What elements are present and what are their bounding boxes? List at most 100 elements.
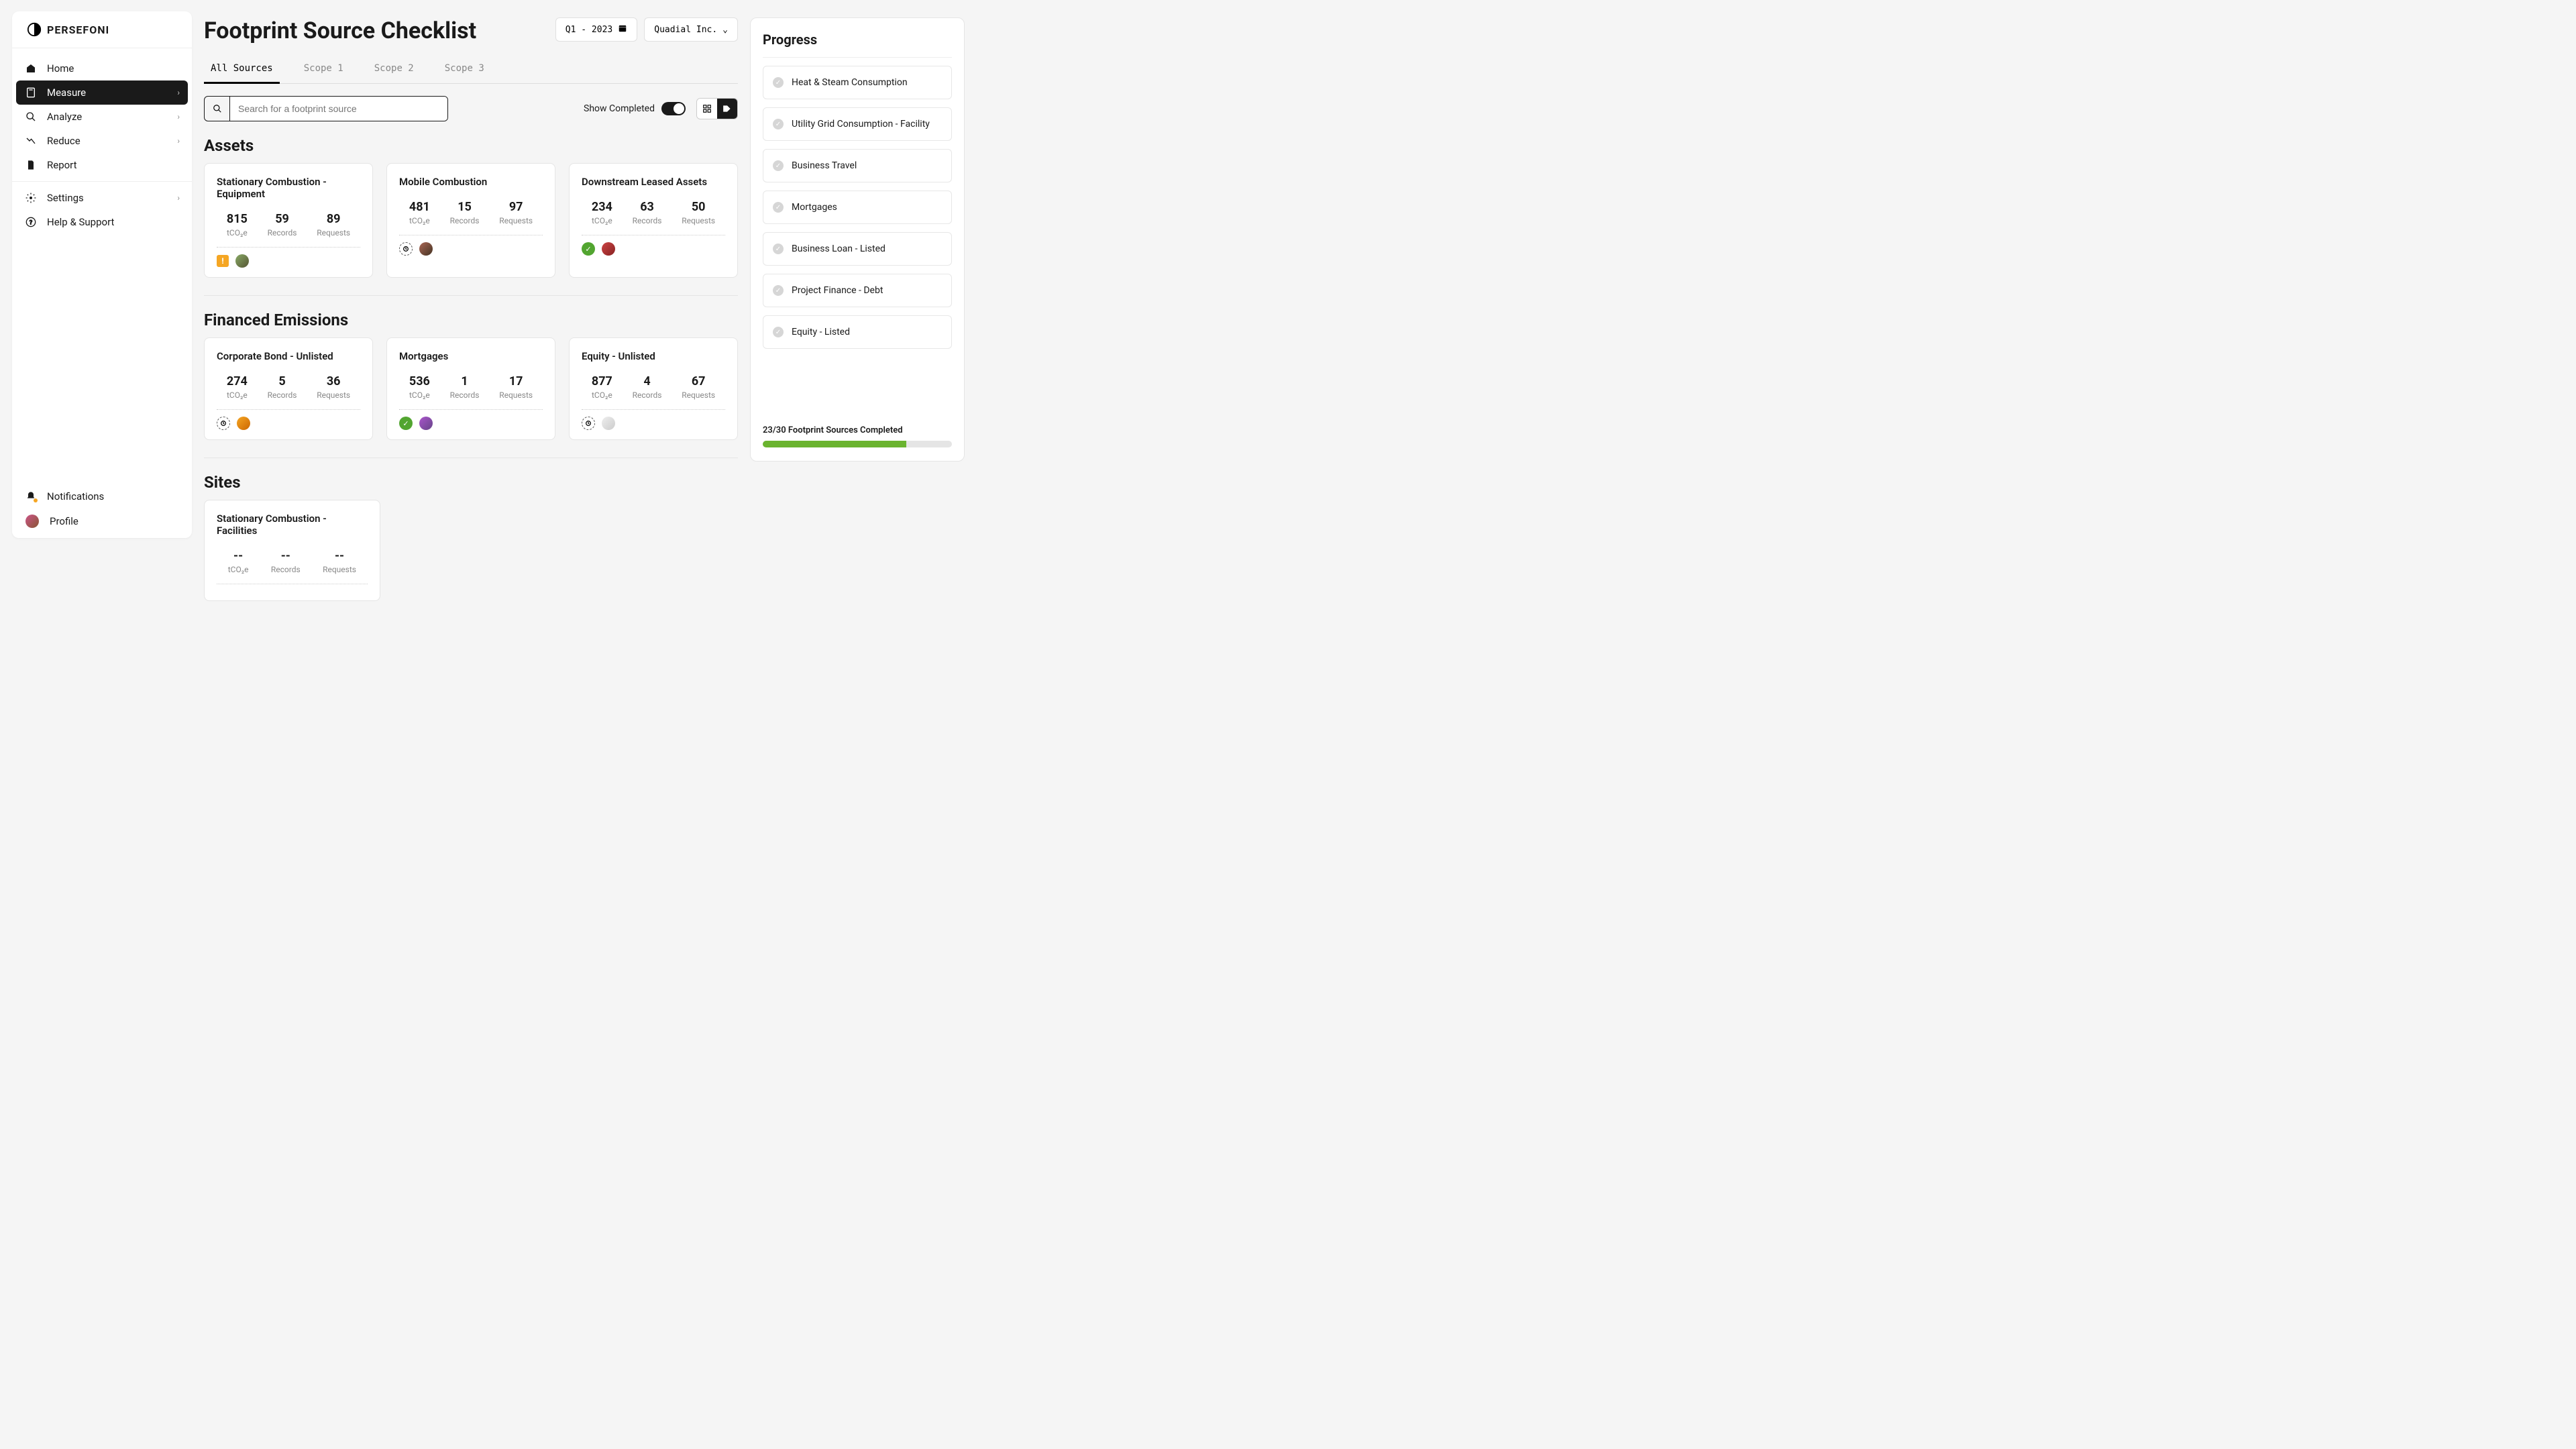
nav-item-profile[interactable]: Profile [16,508,188,534]
section-title-financed: Financed Emissions [204,311,738,329]
nav-label: Help & Support [47,216,114,228]
org-picker[interactable]: Quadial Inc. ⌄ [644,17,738,42]
card-title: Equity - Unlisted [582,350,725,362]
chevron-right-icon: › [177,88,180,97]
nav-item-notifications[interactable]: Notifications [16,484,188,508]
metric-records: 63 [633,200,662,214]
progress-item[interactable]: ✓ Heat & Steam Consumption [763,66,952,99]
assignee-avatar[interactable] [235,254,249,268]
assignee-avatar[interactable] [419,417,433,430]
section-title-assets: Assets [204,136,738,155]
metric-label: Requests [323,565,356,574]
assignee-avatar[interactable] [602,417,615,430]
divider [582,409,725,410]
metric-label: tCO₂e [592,390,612,400]
brand-logo: PERSEFONI [12,11,192,48]
calculator-icon [25,87,36,98]
source-card[interactable]: Downstream Leased Assets 234tCO₂e 63Reco… [569,163,738,278]
nav-item-analyze[interactable]: Analyze › [16,105,188,129]
nav-label: Notifications [47,490,104,502]
nav-item-settings[interactable]: Settings › [16,186,188,210]
source-card[interactable]: Corporate Bond - Unlisted 274tCO₂e 5Reco… [204,337,373,440]
status-pending-icon [399,242,413,256]
progress-item[interactable]: ✓ Business Travel [763,149,952,182]
status-complete-icon: ✓ [582,242,595,256]
progress-item-label: Project Finance - Debt [792,285,883,296]
progress-item[interactable]: ✓ Mortgages [763,191,952,224]
tab-scope-1[interactable]: Scope 1 [297,58,350,83]
metric-label: Requests [499,216,533,225]
nav-item-help[interactable]: ? Help & Support [16,210,188,234]
source-card[interactable]: Stationary Combustion - Equipment 815tCO… [204,163,373,278]
progress-item-label: Mortgages [792,202,837,213]
divider [217,409,360,410]
nav-bottom: Notifications Profile [12,480,192,538]
org-label: Quadial Inc. [654,25,717,35]
metric-requests: 17 [499,374,533,388]
search-input[interactable] [230,97,447,121]
metric-label: Requests [317,390,350,400]
scope-tabs: All Sources Scope 1 Scope 2 Scope 3 [204,58,738,84]
metric-label: Records [268,228,297,237]
assignee-avatar[interactable] [602,242,615,256]
view-tag-button[interactable] [717,99,737,119]
metric-tco2e: 274 [227,374,248,388]
check-icon: ✓ [773,327,784,337]
nav-item-measure[interactable]: Measure › [16,80,188,105]
metric-requests: 97 [499,200,533,214]
bell-icon [25,491,36,502]
metric-records: -- [271,549,301,563]
metric-requests: 67 [682,374,715,388]
chevron-right-icon: › [177,193,180,203]
card-title: Mortgages [399,350,543,362]
metric-tco2e: 536 [409,374,430,388]
avatar-icon [25,515,39,528]
source-card[interactable]: Mobile Combustion 481tCO₂e 15Records 97R… [386,163,555,278]
progress-item[interactable]: ✓ Business Loan - Listed [763,232,952,266]
period-label: Q1 - 2023 [566,25,612,35]
search-box [204,96,448,121]
tab-all-sources[interactable]: All Sources [204,58,280,84]
metric-requests: 50 [682,200,715,214]
brand-logo-icon [27,22,42,37]
progress-bar-fill [763,441,906,447]
check-icon: ✓ [773,244,784,254]
status-pending-icon [582,417,595,430]
source-card[interactable]: Mortgages 536tCO₂e 1Records 17Requests ✓ [386,337,555,440]
metric-records: 4 [633,374,662,388]
search-button[interactable] [205,97,230,121]
assignee-avatar[interactable] [237,417,250,430]
view-mode-segment [696,98,738,119]
trend-down-icon [25,136,36,146]
sidebar: PERSEFONI Home Measure › [12,11,192,538]
nav-label: Reduce [47,135,80,147]
nav-item-report[interactable]: Report [16,153,188,177]
view-grid-button[interactable] [697,99,717,119]
tab-scope-2[interactable]: Scope 2 [368,58,421,83]
grid-icon [702,104,712,113]
source-card[interactable]: Equity - Unlisted 877tCO₂e 4Records 67Re… [569,337,738,440]
metric-tco2e: 877 [592,374,612,388]
metric-requests: 89 [317,212,350,226]
metric-label: tCO₂e [409,216,430,225]
card-title: Stationary Combustion - Equipment [217,176,360,200]
show-completed-toggle[interactable] [661,102,686,115]
help-icon: ? [25,217,36,227]
metric-label: Records [271,565,301,574]
metric-records: 5 [268,374,297,388]
section-title-sites: Sites [204,473,738,492]
nav-item-reduce[interactable]: Reduce › [16,129,188,153]
progress-item[interactable]: ✓ Project Finance - Debt [763,274,952,307]
tab-scope-3[interactable]: Scope 3 [438,58,491,83]
progress-item[interactable]: ✓ Equity - Listed [763,315,952,349]
check-icon: ✓ [773,202,784,213]
source-card[interactable]: Stationary Combustion - Facilities --tCO… [204,500,380,601]
document-icon [25,160,36,170]
assignee-avatar[interactable] [419,242,433,256]
nav-item-home[interactable]: Home [16,56,188,80]
period-picker[interactable]: Q1 - 2023 [555,17,637,42]
nav-label: Analyze [47,111,82,123]
progress-item[interactable]: ✓ Utility Grid Consumption - Facility [763,107,952,141]
progress-item-label: Equity - Listed [792,327,850,337]
metric-label: tCO₂e [227,228,248,237]
